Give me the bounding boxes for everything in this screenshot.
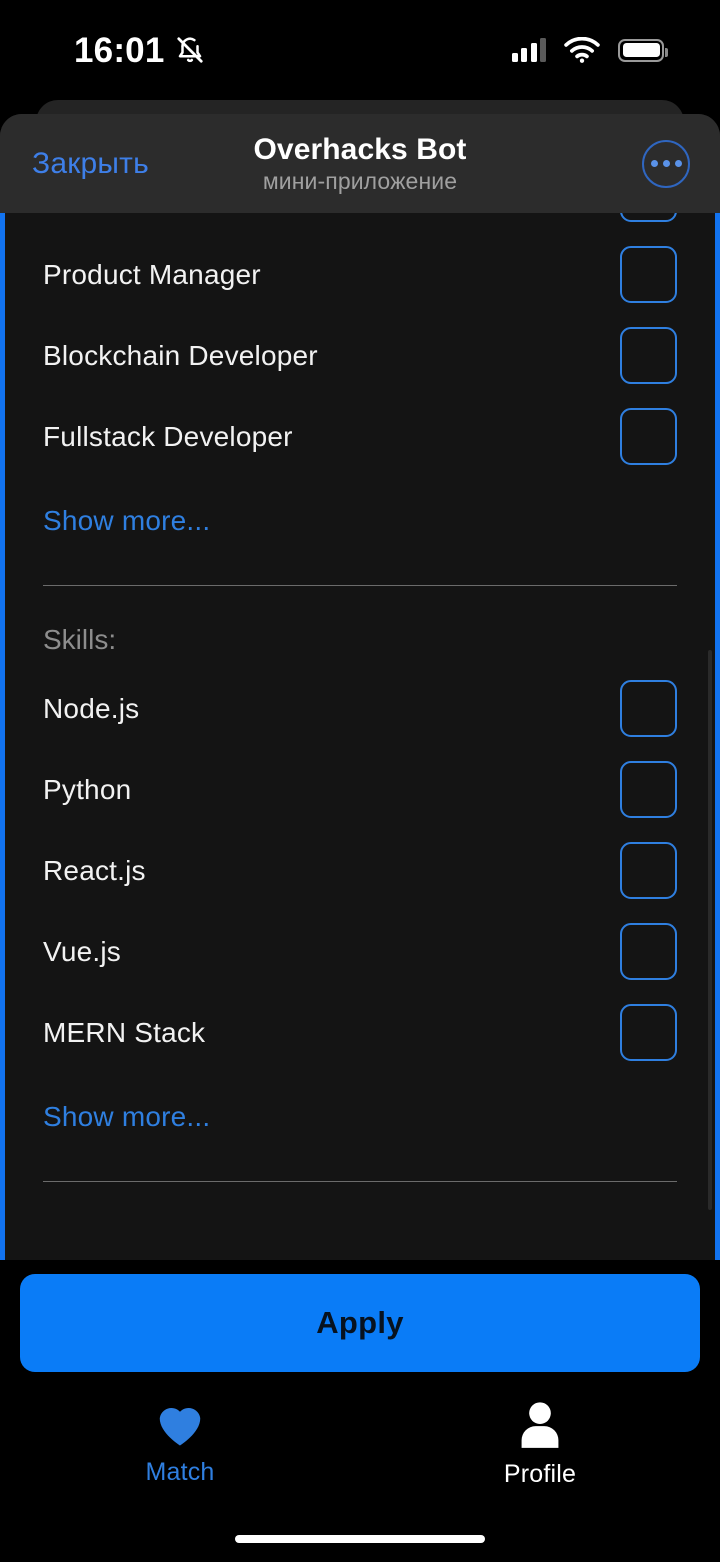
status-bar-left: 16:01 [74, 33, 205, 68]
checkbox[interactable] [620, 761, 677, 818]
wifi-icon [564, 37, 600, 63]
tab-match-label: Match [145, 1458, 215, 1486]
tab-match[interactable]: Match [0, 1390, 360, 1505]
list-item-label: React.js [43, 854, 146, 886]
section-divider [43, 1181, 677, 1182]
list-item-label: Fullstack Developer [43, 420, 293, 452]
checkbox[interactable] [620, 213, 677, 222]
tab-profile-label: Profile [503, 1460, 577, 1488]
tab-bar: Match Profile [0, 1390, 720, 1505]
list-item[interactable]: Fullstack Developer [43, 396, 677, 477]
list-item-label: Blockchain Developer [43, 339, 318, 371]
list-item[interactable]: Vue.js [43, 911, 677, 992]
app-subtitle: мини-приложение [262, 167, 458, 194]
list-item[interactable]: Python [43, 749, 677, 830]
checkbox[interactable] [620, 923, 677, 980]
close-button[interactable]: Закрыть [32, 147, 149, 181]
list-item[interactable]: Blockchain Developer [43, 315, 677, 396]
checkbox[interactable] [620, 246, 677, 303]
list-item-label: Python [43, 773, 132, 805]
checkbox[interactable] [620, 842, 677, 899]
scroll-content[interactable]: Product Manager Blockchain Developer Ful… [0, 213, 720, 1260]
clock: 16:01 [74, 30, 165, 70]
checkbox[interactable] [620, 1004, 677, 1061]
nav-bar: Закрыть Overhacks Bot мини-приложение [0, 114, 720, 213]
bell-slash-icon [176, 37, 203, 63]
list-item[interactable]: MERN Stack [43, 992, 677, 1073]
list-item-label: Product Manager [43, 258, 261, 290]
list-item-label: MERN Stack [43, 1016, 206, 1048]
person-icon [521, 1402, 559, 1448]
status-bar-right [511, 37, 668, 63]
home-indicator [235, 1535, 485, 1543]
skills-show-more-link[interactable]: Show more... [43, 1073, 677, 1159]
list-item[interactable]: Product Manager [43, 234, 677, 315]
checkbox[interactable] [620, 680, 677, 737]
list-item[interactable]: React.js [43, 830, 677, 911]
cellular-signal-icon [511, 38, 546, 62]
form-list: Product Manager Blockchain Developer Ful… [5, 213, 715, 1206]
section-divider [43, 585, 677, 586]
checkbox[interactable] [620, 408, 677, 465]
battery-full-icon [618, 38, 668, 62]
heart-icon [159, 1407, 201, 1446]
skills-heading: Skills: [43, 624, 117, 655]
list-item-label: Node.js [43, 692, 140, 724]
apply-button-container: Apply [0, 1274, 720, 1372]
list-item-label: Vue.js [43, 935, 121, 967]
positions-show-more-link[interactable]: Show more... [43, 477, 677, 563]
status-bar: 16:01 [0, 0, 720, 100]
tab-profile[interactable]: Profile [360, 1390, 720, 1505]
checkbox[interactable] [620, 327, 677, 384]
list-item[interactable] [43, 213, 677, 234]
vertical-scrollbar[interactable] [708, 650, 712, 1210]
apply-button[interactable]: Apply [20, 1274, 700, 1372]
app-title: Overhacks Bot [253, 132, 467, 166]
ellipsis-circle-icon[interactable] [642, 139, 690, 188]
list-item[interactable]: Node.js [43, 668, 677, 749]
